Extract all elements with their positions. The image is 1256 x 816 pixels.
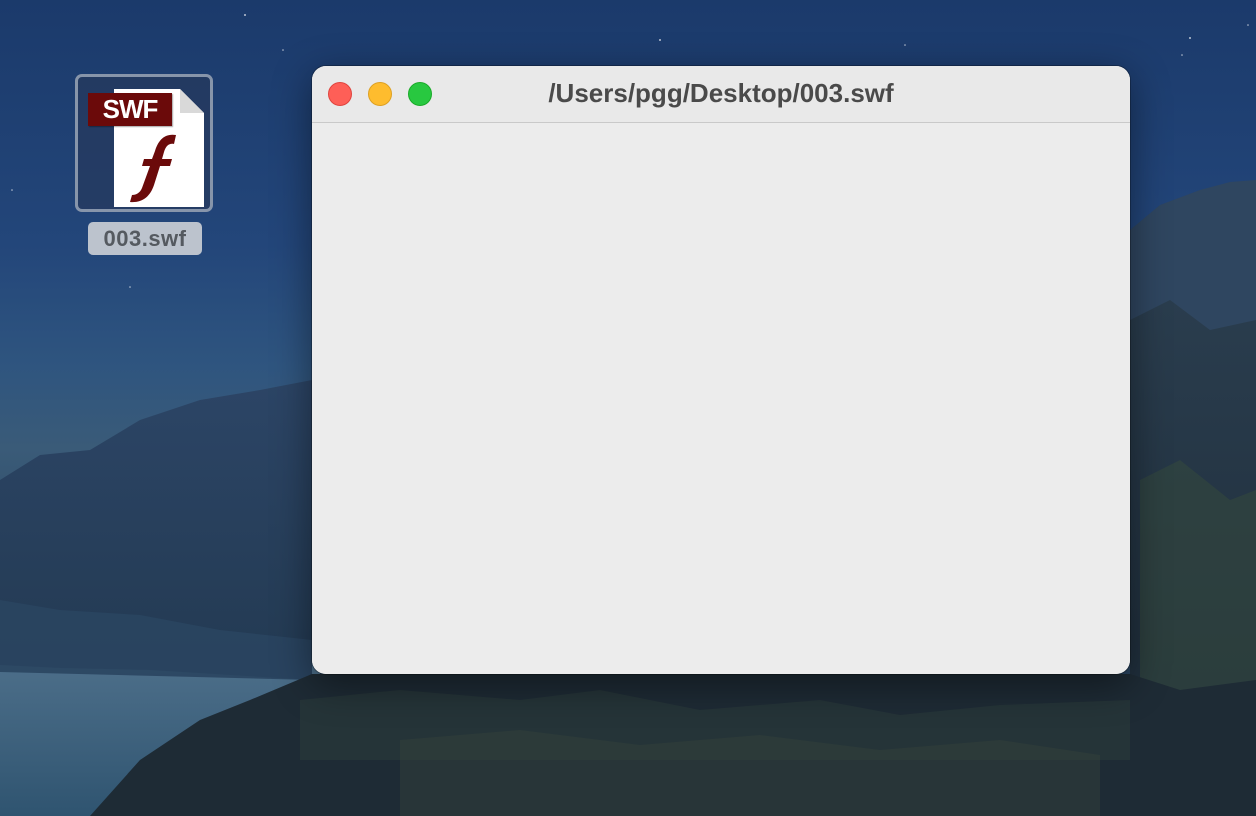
zoom-button[interactable]: [408, 82, 432, 106]
icon-selection-frame: SWF: [75, 74, 213, 212]
minimize-button[interactable]: [368, 82, 392, 106]
file-name-label[interactable]: 003.swf: [88, 222, 202, 255]
window-content-area[interactable]: [312, 123, 1130, 674]
window-titlebar[interactable]: /Users/pgg/Desktop/003.swf: [312, 66, 1130, 123]
desktop: SWF 003.swf /Users/pgg/Desktop/003.swf: [0, 0, 1256, 816]
swf-badge: SWF: [88, 93, 172, 126]
close-button[interactable]: [328, 82, 352, 106]
swf-player-window[interactable]: /Users/pgg/Desktop/003.swf: [312, 66, 1130, 674]
window-title: /Users/pgg/Desktop/003.swf: [548, 78, 894, 108]
